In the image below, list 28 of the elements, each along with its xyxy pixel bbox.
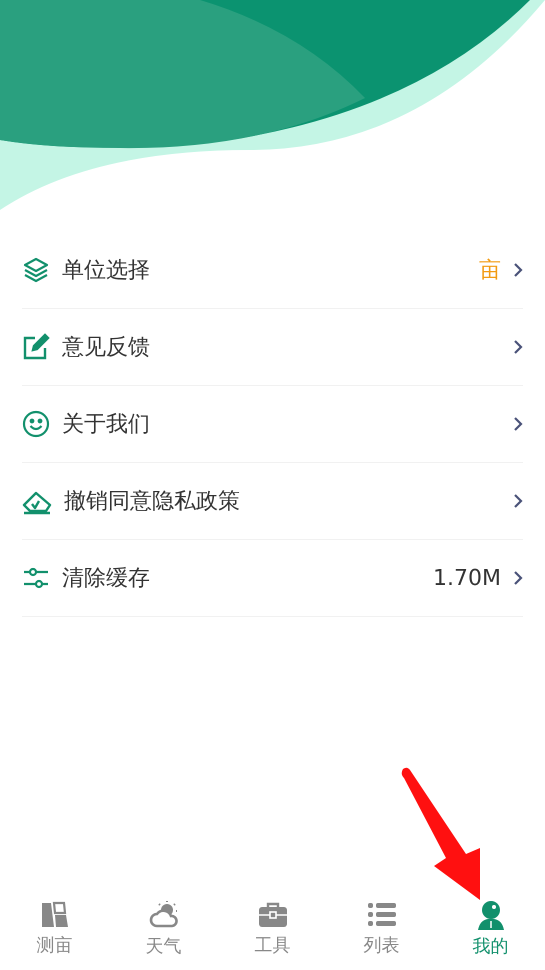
briefcase-icon (256, 901, 288, 929)
chevron-icon (513, 339, 523, 355)
smiley-icon (22, 410, 50, 438)
chevron-icon (513, 493, 523, 509)
chevron-icon (513, 262, 523, 278)
menu-item[interactable]: 单位选择 亩 (22, 232, 523, 309)
menu-item[interactable]: 撤销同意隐私政策 (22, 463, 523, 540)
tab[interactable]: 列表 (327, 888, 436, 970)
chevron-icon (513, 416, 523, 432)
tab[interactable]: 测亩 (0, 888, 109, 970)
layers-icon (22, 256, 50, 284)
list-icon (366, 901, 398, 929)
menu-value: 亩 (479, 257, 501, 285)
menu-label: 单位选择 (62, 257, 151, 285)
menu-label: 意见反馈 (62, 334, 151, 362)
menu-value: 1.70M (433, 566, 501, 590)
menu-label: 撤销同意隐私政策 (64, 488, 241, 516)
tab[interactable]: 我的 (436, 888, 545, 970)
menu-label: 清除缓存 (62, 565, 151, 593)
weather-icon (148, 900, 180, 930)
tab[interactable]: 天气 (109, 888, 218, 970)
menu-item[interactable]: 意见反馈 (22, 309, 523, 386)
chevron-icon (513, 570, 523, 586)
menu-label: 关于我们 (62, 411, 151, 439)
edit-icon (22, 333, 50, 361)
tab[interactable]: 工具 (218, 888, 327, 970)
menu-item[interactable]: 关于我们 (22, 386, 523, 463)
menu-item[interactable]: 清除缓存 1.70M (22, 540, 523, 617)
